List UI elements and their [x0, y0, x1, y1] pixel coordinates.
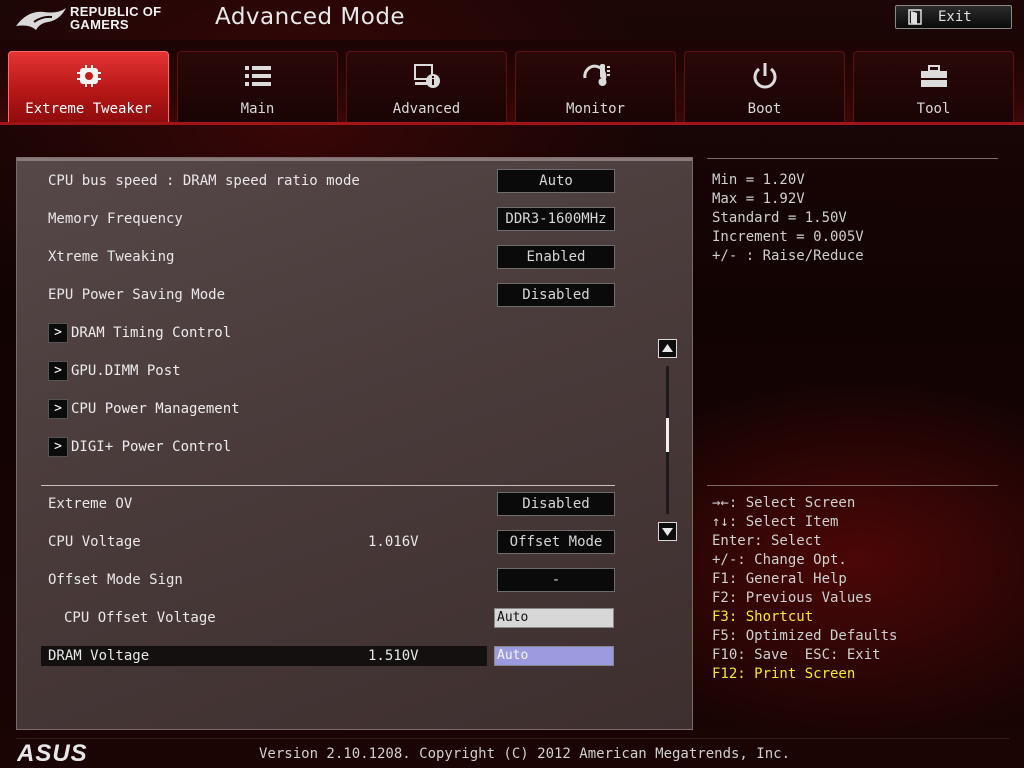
xtreme-tweaking-select[interactable]: Enabled: [497, 245, 615, 269]
dram-voltage-input[interactable]: Auto: [494, 646, 614, 666]
triangle-up-icon: [662, 344, 673, 352]
memory-frequency-label: Memory Frequency: [48, 211, 183, 227]
power-icon: [753, 63, 776, 89]
settings-panel: CPU bus speed : DRAM speed ratio mode Au…: [16, 157, 693, 730]
page-title: Advanced Mode: [215, 4, 406, 30]
extreme-ov-label: Extreme OV: [48, 496, 133, 512]
help-enter-select: Enter: Select: [712, 533, 822, 549]
tab-boot[interactable]: Boot: [684, 51, 845, 123]
help-f5: F5: Optimized Defaults: [712, 628, 898, 644]
exit-button[interactable]: Exit: [895, 5, 1012, 29]
advanced-icon: [413, 64, 440, 88]
tab-monitor[interactable]: Monitor: [515, 51, 676, 123]
submenu-cpu-power-management[interactable]: CPU Power Management: [71, 398, 240, 420]
dram-voltage-label: DRAM Voltage: [48, 648, 150, 664]
version-text: Version 2.10.1208. Copyright (C) 2012 Am…: [259, 746, 791, 762]
monitor-icon: [582, 64, 610, 86]
triangle-down-icon: [662, 528, 673, 536]
help-select-screen: →←: Select Screen: [712, 495, 856, 511]
brand-text: REPUBLIC OF GAMERS: [70, 5, 161, 31]
info-min: Min = 1.20V: [712, 172, 805, 188]
help-f10: F10: Save ESC: Exit: [712, 647, 881, 663]
help-select-item: ↑↓: Select Item: [712, 514, 839, 530]
offset-mode-sign-select[interactable]: -: [497, 568, 615, 592]
cpu-voltage-label: CPU Voltage: [48, 534, 141, 550]
help-top-line: [707, 485, 998, 486]
svg-text:ASUS: ASUS: [17, 741, 88, 765]
dram-voltage-reading: 1.510V: [368, 648, 419, 664]
scroll-thumb[interactable]: [666, 418, 669, 452]
info-max: Max = 1.92V: [712, 191, 805, 207]
scroll-down-button[interactable]: [658, 522, 677, 541]
offset-mode-sign-label: Offset Mode Sign: [48, 572, 183, 588]
info-increment: Increment = 0.005V: [712, 229, 864, 245]
scroll-up-button[interactable]: [658, 339, 677, 358]
tab-main[interactable]: Main: [177, 51, 338, 123]
tab-strip-underline: [0, 122, 1024, 125]
help-f1: F1: General Help: [712, 571, 847, 587]
panel-top-border: [17, 158, 692, 161]
help-f12-print-screen[interactable]: F12: Print Screen: [712, 665, 855, 684]
tab-label: Monitor: [565, 101, 625, 117]
exit-door-icon: [908, 9, 922, 25]
submenu-arrow-cpu-power[interactable]: >: [48, 399, 68, 419]
tab-label: Main: [240, 101, 275, 117]
section-divider: [41, 485, 615, 486]
help-f2: F2: Previous Values: [712, 590, 873, 606]
tab-label: Extreme Tweaker: [25, 101, 152, 117]
submenu-dram-timing-control[interactable]: DRAM Timing Control: [71, 322, 231, 344]
tab-tool[interactable]: Tool: [853, 51, 1014, 123]
cpu-offset-voltage-label: CPU Offset Voltage: [64, 610, 216, 626]
exit-label: Exit: [938, 9, 972, 25]
tab-extreme-tweaker[interactable]: Extreme Tweaker: [8, 51, 169, 123]
cpu-voltage-select[interactable]: Offset Mode: [497, 530, 615, 554]
tab-label: Boot: [747, 101, 782, 117]
memory-frequency-select[interactable]: DDR3-1600MHz: [497, 207, 615, 231]
toolbox-icon: [920, 65, 947, 87]
submenu-arrow-digi-power[interactable]: >: [48, 437, 68, 457]
asus-logo: ASUS: [17, 741, 88, 765]
list-icon: [244, 66, 271, 86]
tab-label: Tool: [916, 101, 951, 117]
tweaker-icon: [76, 65, 101, 87]
help-change-opt: +/-: Change Opt.: [712, 552, 847, 568]
tab-label: Advanced: [392, 101, 461, 117]
help-f3-shortcut[interactable]: F3: Shortcut: [712, 608, 813, 627]
xtreme-tweaking-label: Xtreme Tweaking: [48, 249, 175, 265]
cpu-offset-voltage-input[interactable]: Auto: [494, 608, 614, 628]
cpu-bus-ratio-label: CPU bus speed : DRAM speed ratio mode: [48, 173, 360, 189]
brand-line2: GAMERS: [70, 17, 129, 32]
cpu-voltage-reading: 1.016V: [368, 534, 419, 550]
info-standard: Standard = 1.50V: [712, 210, 847, 226]
info-top-line: [707, 158, 998, 159]
info-raise-reduce: +/- : Raise/Reduce: [712, 248, 864, 264]
cpu-bus-ratio-select[interactable]: Auto: [497, 169, 615, 193]
footer-line: [16, 738, 1009, 739]
epu-power-saving-label: EPU Power Saving Mode: [48, 287, 226, 303]
submenu-digi-power-control[interactable]: DIGI+ Power Control: [71, 436, 231, 458]
submenu-arrow-dram-timing[interactable]: >: [48, 323, 68, 343]
submenu-arrow-gpu-dimm-post[interactable]: >: [48, 361, 68, 381]
epu-power-saving-select[interactable]: Disabled: [497, 283, 615, 307]
extreme-ov-select[interactable]: Disabled: [497, 492, 615, 516]
submenu-gpu-dimm-post[interactable]: GPU.DIMM Post: [71, 360, 181, 382]
tab-advanced[interactable]: Advanced: [346, 51, 507, 123]
